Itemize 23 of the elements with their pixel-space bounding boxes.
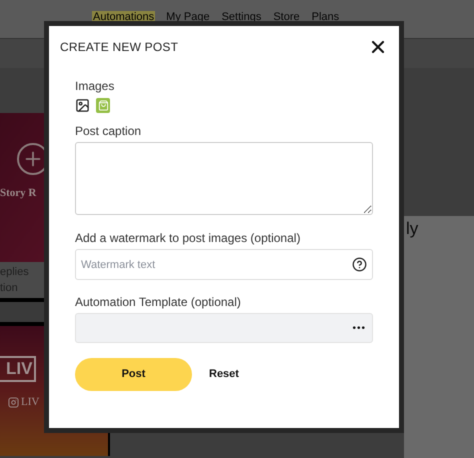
nav-tab[interactable]: Automations	[92, 11, 156, 24]
instagram-icon	[8, 396, 19, 408]
reset-button[interactable]: Reset	[208, 358, 240, 391]
help-icon[interactable]	[352, 257, 367, 272]
nav-tab[interactable]: Store	[272, 11, 301, 24]
more-menu[interactable]: •••	[352, 320, 366, 336]
field-label: Automation Template (optional)	[75, 295, 242, 309]
dialog-title: CREATE NEW POST	[60, 39, 178, 56]
heading-text: ly	[406, 219, 418, 238]
card-handle: LIV	[21, 395, 40, 410]
card-title: Story R	[0, 186, 36, 201]
field-label: Add a watermark to post images (optional)	[75, 231, 302, 245]
caption-field[interactable]	[75, 142, 373, 215]
nav-tab[interactable]: My Page	[165, 11, 211, 24]
post-button[interactable]: Post	[75, 358, 192, 391]
watermark-field[interactable]: Watermark text	[75, 249, 373, 280]
image-icon[interactable]	[75, 98, 90, 113]
nav-tab[interactable]: Plans	[310, 11, 340, 24]
card-title: LIV	[0, 356, 36, 382]
field-label: Images	[75, 79, 116, 93]
template-field[interactable]: •••	[75, 313, 373, 343]
nav-tab[interactable]: Settings	[220, 11, 262, 24]
field-label: Post caption	[75, 124, 142, 138]
